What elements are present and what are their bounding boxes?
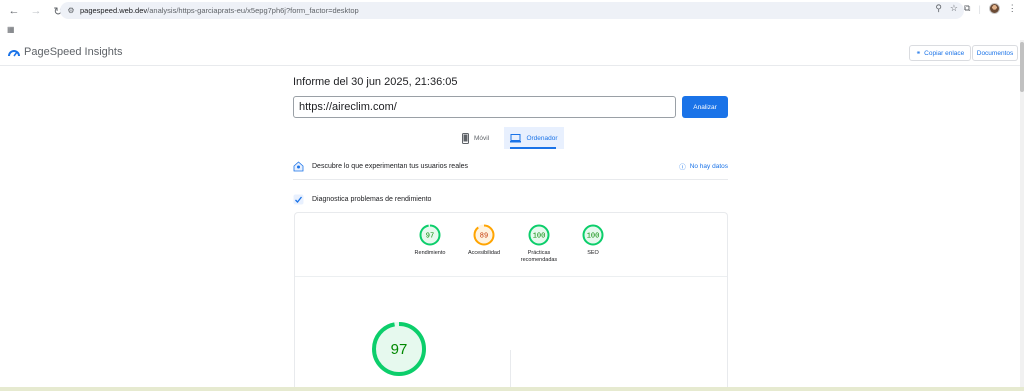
tab-mobile-label: Móvil: [474, 134, 490, 142]
bookmark-star-icon[interactable]: ☆: [950, 3, 958, 14]
scores-card: [294, 212, 728, 391]
app-title: PageSpeed Insights: [24, 46, 123, 58]
bottom-strip: [0, 387, 1024, 391]
zoom-icon[interactable]: ⚲: [935, 3, 942, 14]
score-label: Accesibilidad: [467, 250, 501, 256]
back-icon[interactable]: ←: [6, 3, 22, 19]
field-data-section: Descubre lo que experimentan tus usuario…: [293, 158, 728, 174]
scrollbar-thumb[interactable]: [1020, 42, 1024, 92]
url-input[interactable]: https://aireclim.com/: [293, 96, 676, 118]
score-gauge-1[interactable]: 97 Rendimiento: [408, 223, 452, 257]
score-gauge-ring: 97: [419, 224, 441, 246]
score-value: 97: [426, 233, 434, 241]
tab-desktop[interactable]: Ordenador: [504, 127, 564, 149]
lab-data-section: Diagnostica problemas de rendimiento: [293, 191, 728, 207]
report-date: Informe del 30 jun 2025, 21:36:05: [293, 76, 458, 88]
address-url: pagespeed.web.dev/analysis/https-garciap…: [80, 6, 359, 15]
copy-link-button[interactable]: ⚭ Copiar enlace: [909, 45, 971, 61]
score-gauge-ring: 100: [582, 224, 604, 246]
desktop-icon: [510, 133, 522, 142]
section-divider: [293, 179, 728, 180]
link-icon: ⚭: [915, 50, 922, 57]
card-separator: [295, 276, 727, 277]
no-data-label: No hay datos: [689, 162, 728, 170]
profile-avatar[interactable]: [988, 3, 1000, 14]
psi-logo[interactable]: PageSpeed Insights: [8, 46, 122, 58]
tab-desktop-label: Ordenador: [526, 134, 558, 142]
lab-section-title: Diagnostica problemas de rendimiento: [312, 195, 432, 203]
score-label: Rendimiento: [414, 250, 446, 256]
score-value: 100: [587, 233, 600, 241]
performance-main-score: 97: [391, 341, 408, 358]
bookmarks-bar: ▦: [0, 22, 1024, 36]
score-gauge-2[interactable]: 89 Accesibilidad: [462, 223, 506, 257]
browser-toolbar: ← → ↻ ⚙ pagespeed.web.dev/analysis/https…: [0, 0, 1024, 22]
score-gauge-3[interactable]: 100 Prácticas recomendadas: [517, 223, 561, 264]
tab-mobile[interactable]: Móvil: [462, 127, 500, 149]
no-data-link[interactable]: ⓘ No hay datos: [679, 161, 728, 172]
active-tab-indicator: [510, 147, 556, 149]
docs-button[interactable]: Documentos: [972, 45, 1018, 61]
score-value: 89: [480, 233, 488, 241]
url-host: pagespeed.web.dev: [80, 6, 148, 15]
copy-link-label: Copiar enlace: [924, 49, 965, 57]
analyze-button[interactable]: Analizar: [682, 96, 728, 118]
metric-divider: [510, 350, 511, 391]
diagnose-icon: [293, 194, 304, 204]
info-icon: ⓘ: [679, 164, 686, 171]
score-label: SEO: [587, 250, 599, 256]
score-gauge-4[interactable]: 100 SEO: [571, 223, 615, 257]
users-field-icon: [293, 160, 304, 171]
separator: |: [978, 3, 981, 14]
forward-icon[interactable]: →: [28, 3, 44, 19]
site-info-icon[interactable]: ⚙: [64, 6, 78, 15]
field-section-title: Descubre lo que experimentan tus usuario…: [312, 162, 469, 170]
page-scrollbar[interactable]: [1020, 40, 1024, 391]
performance-main-gauge[interactable]: 97: [370, 320, 428, 383]
apps-grid-icon[interactable]: ▦: [7, 25, 15, 34]
psi-logo-icon: [8, 49, 20, 56]
menu-kebab-icon[interactable]: ⋮: [1008, 3, 1017, 14]
extensions-icon[interactable]: ⧉: [964, 3, 970, 14]
url-path: /analysis/https-garciaprats-eu/x5epg7ph6…: [147, 6, 359, 15]
score-value: 100: [533, 233, 546, 241]
address-bar[interactable]: ⚙ pagespeed.web.dev/analysis/https-garci…: [60, 2, 964, 19]
mobile-icon: [462, 132, 469, 144]
score-gauge-ring: 89: [473, 224, 495, 246]
score-gauge-ring: 100: [528, 224, 550, 246]
performance-main-gauge-svg: 97: [372, 322, 426, 376]
score-label: Prácticas recomendadas: [520, 250, 558, 263]
docs-label: Documentos: [976, 49, 1014, 57]
psi-header: PageSpeed Insights ⚭ Copiar enlace Docum…: [0, 40, 1020, 66]
